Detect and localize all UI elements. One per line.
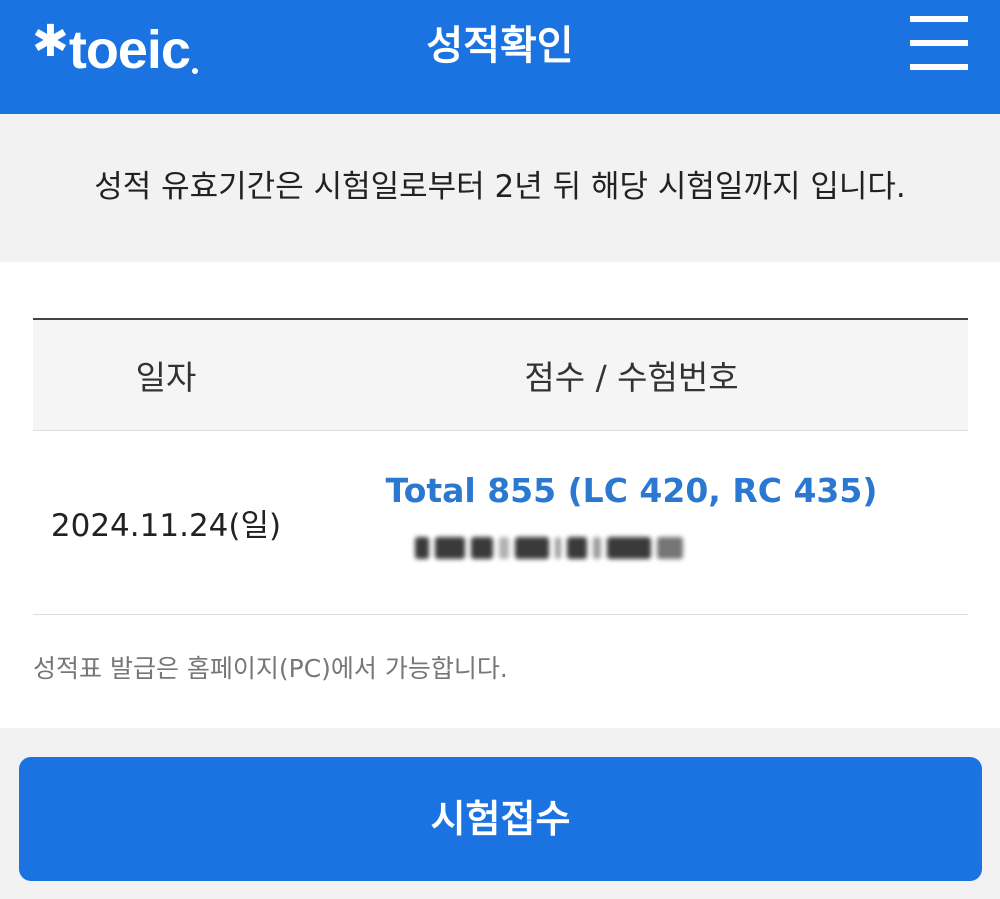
- table-header: 일자 점수 / 수험번호: [33, 318, 968, 431]
- validity-notice: 성적 유효기간은 시험일로부터 2년 뒤 해당 시험일까지 입니다.: [0, 114, 1000, 262]
- column-header-date: 일자: [135, 358, 197, 397]
- menu-bar: [910, 40, 968, 46]
- score-total[interactable]: Total 855 (LC 420, RC 435): [295, 469, 968, 513]
- menu-bar: [910, 64, 968, 70]
- column-header-score: 점수 / 수험번호: [524, 358, 739, 397]
- exam-registration-button[interactable]: 시험접수: [19, 757, 982, 881]
- score-card: 일자 점수 / 수험번호 2024.11.24(일) Total 855 (LC…: [0, 262, 1000, 728]
- page-title: 성적확인: [426, 23, 574, 69]
- certificate-footnote: 성적표 발급은 홈페이지(PC)에서 가능합니다.: [33, 654, 508, 683]
- score-table: 일자 점수 / 수험번호 2024.11.24(일) Total 855 (LC…: [33, 318, 968, 615]
- exam-date: 2024.11.24(일): [50, 508, 282, 544]
- table-row: 2024.11.24(일) Total 855 (LC 420, RC 435): [33, 431, 968, 615]
- validity-notice-text: 성적 유효기간은 시험일로부터 2년 뒤 해당 시험일까지 입니다.: [94, 169, 906, 205]
- menu-bar: [910, 16, 968, 22]
- app-header: ✱ toeic 성적확인: [0, 0, 1000, 114]
- registration-number-redacted: [415, 531, 745, 565]
- hamburger-menu-icon[interactable]: [906, 16, 972, 76]
- score-cell: Total 855 (LC 420, RC 435): [295, 431, 968, 615]
